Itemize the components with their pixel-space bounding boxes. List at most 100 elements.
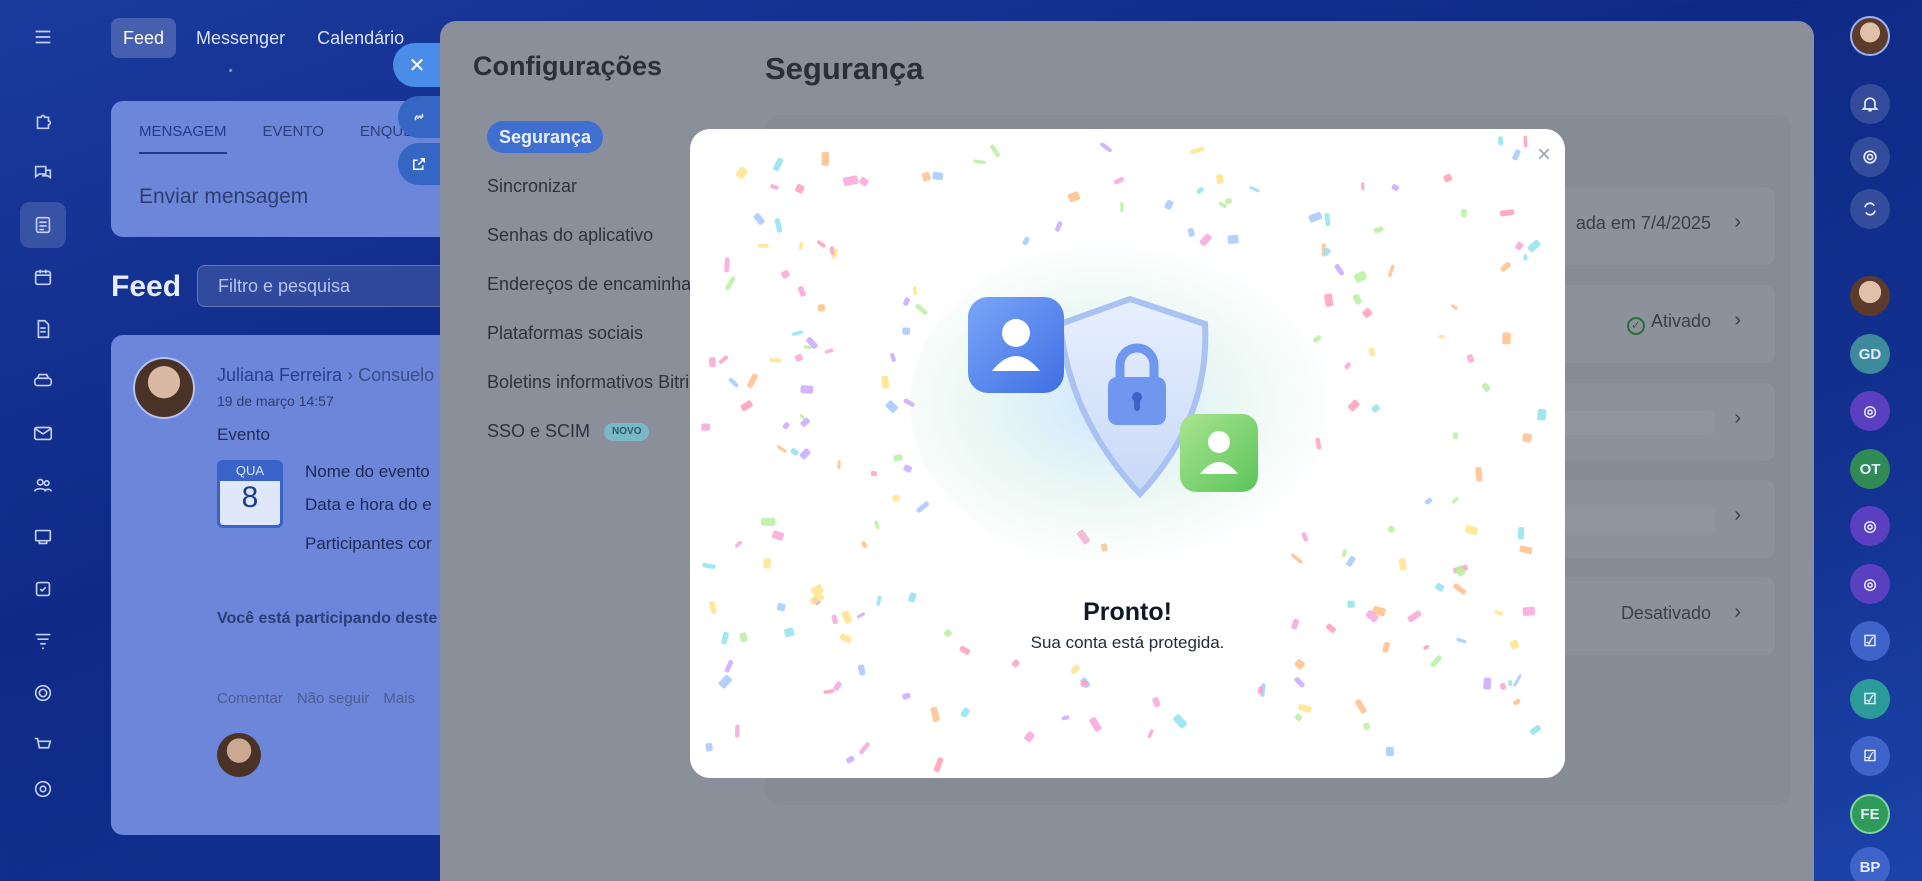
feed-search-input[interactable]: Filtro e pesquisa xyxy=(197,265,457,307)
open-new-window-button[interactable] xyxy=(398,143,440,185)
confetti-piece xyxy=(790,448,799,456)
row-status: ada em 7/4/2025 xyxy=(1575,213,1711,233)
confetti-piece xyxy=(1301,532,1309,542)
contact-badge-ot[interactable]: OT xyxy=(1850,449,1890,489)
confetti-piece xyxy=(1024,731,1035,743)
confetti-piece xyxy=(1362,307,1373,318)
confetti-piece xyxy=(1224,198,1233,205)
post-author[interactable]: Juliana Ferreira xyxy=(217,365,342,385)
confetti-piece xyxy=(1371,404,1380,413)
confetti-piece xyxy=(1385,746,1395,757)
close-slider-button[interactable]: ✕ xyxy=(393,43,441,87)
cart-icon[interactable] xyxy=(20,722,66,768)
confetti-piece xyxy=(1537,408,1547,421)
board-icon[interactable] xyxy=(20,514,66,560)
comment-link[interactable]: Comentar xyxy=(217,690,283,707)
tab-feed[interactable]: Feed xyxy=(111,18,177,58)
confetti-piece xyxy=(800,385,814,394)
modal-close-button[interactable]: × xyxy=(1537,141,1551,169)
confetti-piece xyxy=(725,276,736,290)
mail-icon[interactable] xyxy=(20,410,66,456)
confetti-piece xyxy=(1435,583,1445,592)
group-chat-icon[interactable]: ◎ xyxy=(1850,391,1890,431)
chevron-right-icon: › xyxy=(1734,504,1741,526)
menu-icon[interactable] xyxy=(20,14,66,60)
confetti-piece xyxy=(791,330,804,336)
confetti-piece xyxy=(1249,186,1260,193)
funnel-icon[interactable] xyxy=(20,618,66,664)
confetti-piece xyxy=(1508,680,1513,687)
confetti-piece xyxy=(824,348,834,354)
calendar-icon[interactable] xyxy=(20,254,66,300)
settings-icon[interactable] xyxy=(20,766,66,812)
confetti-piece xyxy=(1517,526,1525,540)
more-link[interactable]: Mais xyxy=(383,690,415,707)
confetti-piece xyxy=(718,674,732,689)
group-chat-icon[interactable]: ◎ xyxy=(1850,506,1890,546)
commenter-avatar xyxy=(217,733,261,777)
confetti-piece xyxy=(735,540,742,548)
confetti-piece xyxy=(881,375,890,389)
confetti-piece xyxy=(817,240,826,248)
group-chat-icon[interactable]: ◎ xyxy=(1850,564,1890,604)
confetti-piece xyxy=(859,177,869,187)
author-avatar[interactable] xyxy=(133,357,195,419)
confetti-piece xyxy=(1100,142,1112,153)
user-avatar[interactable] xyxy=(1850,16,1890,56)
new-badge: NOVO xyxy=(604,423,650,442)
confetti-piece xyxy=(763,558,771,569)
contact-avatar[interactable] xyxy=(1850,276,1890,316)
composer-tab-message[interactable]: MENSAGEM xyxy=(139,123,227,154)
confetti-piece xyxy=(1475,466,1483,482)
confetti-piece xyxy=(773,157,784,172)
confetti-piece xyxy=(1497,136,1504,146)
tab-messenger[interactable]: Messenger xyxy=(184,18,297,58)
confetti-piece xyxy=(1368,347,1376,357)
composer-tab-event[interactable]: EVENTO xyxy=(263,123,324,154)
document-icon[interactable] xyxy=(20,306,66,352)
settings-title: Configurações xyxy=(473,51,663,81)
unfollow-link[interactable]: Não seguir xyxy=(297,690,370,707)
feed-icon[interactable] xyxy=(20,202,66,248)
confetti-piece xyxy=(960,707,970,718)
confetti-piece xyxy=(709,357,716,368)
confetti-piece xyxy=(1061,715,1070,721)
drive-icon[interactable] xyxy=(20,358,66,404)
copilot-icon[interactable] xyxy=(1850,137,1890,177)
confetti-piece xyxy=(795,183,805,194)
confetti-piece xyxy=(1398,558,1407,571)
bell-icon[interactable] xyxy=(1850,84,1890,124)
confetti-piece xyxy=(1452,497,1459,504)
sync-icon[interactable] xyxy=(1850,189,1890,229)
confetti-piece xyxy=(893,454,903,462)
confetti-piece xyxy=(1152,697,1161,708)
tasks-icon[interactable] xyxy=(20,566,66,612)
confetti-piece xyxy=(1324,213,1331,227)
copy-link-button[interactable] xyxy=(398,96,440,138)
event-participants-label: Participantes cor xyxy=(305,534,432,553)
puzzle-icon[interactable] xyxy=(20,98,66,144)
confetti-piece xyxy=(705,742,713,752)
task-chat-icon[interactable]: ☑ xyxy=(1850,621,1890,661)
confetti-piece xyxy=(857,664,866,676)
event-datetime-label: Data e hora do e xyxy=(305,495,432,514)
contact-badge-fe[interactable]: FE xyxy=(1850,794,1890,834)
target-icon[interactable] xyxy=(20,670,66,716)
task-chat-icon[interactable]: ☑ xyxy=(1850,736,1890,776)
task-chat-icon[interactable]: ☑ xyxy=(1850,679,1890,719)
chat-icon[interactable] xyxy=(20,150,66,196)
confetti-piece xyxy=(1196,187,1204,194)
confetti-piece xyxy=(702,562,716,570)
contact-badge-bp[interactable]: BP xyxy=(1850,847,1890,881)
confetti-piece xyxy=(734,724,740,738)
confetti-piece xyxy=(1363,722,1371,731)
contact-badge-gd[interactable]: GD xyxy=(1850,334,1890,374)
confetti-piece xyxy=(1512,149,1521,161)
post-recipient[interactable]: Consuelo xyxy=(358,365,434,385)
people-icon[interactable] xyxy=(20,462,66,508)
confetti-piece xyxy=(1294,658,1305,670)
shield-lock-illustration xyxy=(968,295,1258,499)
message-input[interactable]: Enviar mensagem xyxy=(139,185,308,209)
confetti-piece xyxy=(1227,234,1239,244)
confetti-piece xyxy=(1453,583,1466,595)
